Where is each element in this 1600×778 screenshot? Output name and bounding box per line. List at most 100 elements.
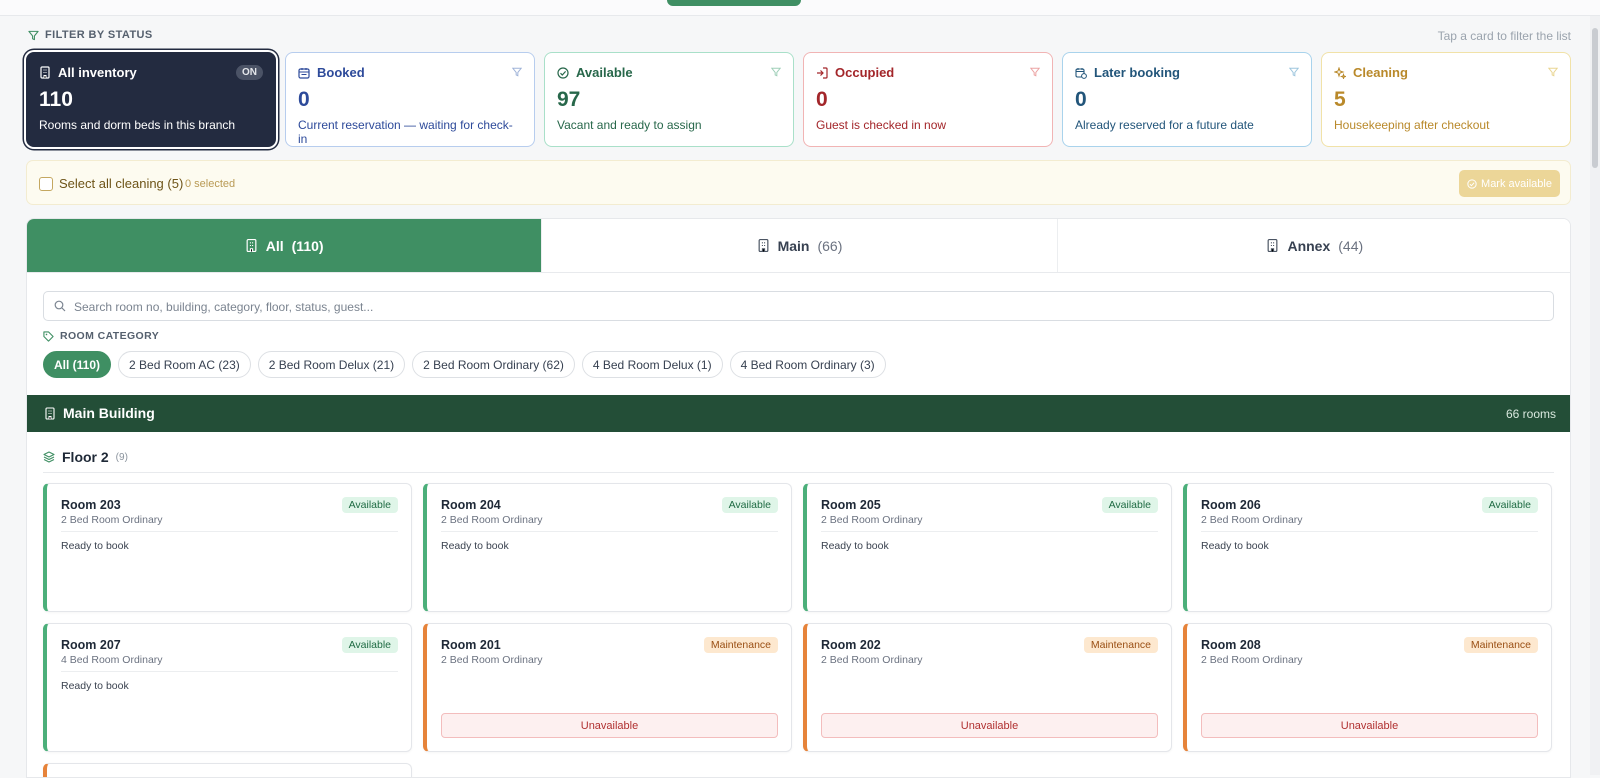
room-card-partial[interactable] <box>43 763 412 777</box>
room-card[interactable]: Room 208 2 Bed Room Ordinary Maintenance… <box>1183 623 1552 752</box>
status-badge: Maintenance <box>1463 637 1538 653</box>
status-card-cleaning[interactable]: Cleaning 5 Housekeeping after checkout <box>1321 52 1571 147</box>
status-badge: Available <box>1481 497 1538 513</box>
status-card-all-inventory[interactable]: All inventory ON 110 Rooms and dorm beds… <box>26 52 276 147</box>
divider <box>441 531 778 532</box>
divider <box>821 531 1158 532</box>
mark-available-button[interactable]: Mark available <box>1459 170 1560 197</box>
inventory-panel: All (110) Main (66) Annex (44) ROOM CATEGOR… <box>26 218 1571 778</box>
status-card-later-booking[interactable]: Later booking 0 Already reserved for a f… <box>1062 52 1312 147</box>
status-card-occupied[interactable]: Occupied 0 Guest is checked in now <box>803 52 1053 147</box>
room-card[interactable]: Room 203 2 Bed Room Ordinary Available R… <box>43 483 412 612</box>
funnel-icon <box>1289 67 1299 77</box>
card-value: 97 <box>557 88 581 111</box>
unavailable-button[interactable]: Unavailable <box>821 713 1158 738</box>
unavailable-button[interactable]: Unavailable <box>1201 713 1538 738</box>
card-value: 0 <box>816 88 828 111</box>
room-type: 2 Bed Room Ordinary <box>1201 514 1303 526</box>
tab-all[interactable]: All (110) <box>27 219 542 272</box>
room-grid: Room 203 2 Bed Room Ordinary Available R… <box>43 483 1554 777</box>
card-value: 110 <box>39 88 73 111</box>
category-chip[interactable]: All (110) <box>43 351 112 378</box>
room-card[interactable]: Room 204 2 Bed Room Ordinary Available R… <box>423 483 792 612</box>
card-description: Rooms and dorm beds in this branch <box>39 118 236 132</box>
room-title: Room 206 <box>1201 498 1261 512</box>
room-title: Room 204 <box>441 498 501 512</box>
floor-room-count: (9) <box>115 451 128 463</box>
room-card[interactable]: Room 202 2 Bed Room Ordinary Maintenance… <box>803 623 1172 752</box>
room-title: Room 207 <box>61 638 121 652</box>
room-type: 2 Bed Room Ordinary <box>61 514 163 526</box>
card-description: Housekeeping after checkout <box>1334 118 1490 132</box>
search-box <box>43 291 1554 321</box>
room-type: 2 Bed Room Ordinary <box>821 654 923 666</box>
check-circle-icon <box>557 66 569 79</box>
building-room-count: 66 rooms <box>1505 407 1556 421</box>
room-title: Room 208 <box>1201 638 1261 652</box>
category-chip[interactable]: 2 Bed Room Ordinary (62) <box>412 351 575 378</box>
building-icon <box>40 66 50 79</box>
room-card[interactable]: Room 206 2 Bed Room Ordinary Available R… <box>1183 483 1552 612</box>
card-description: Guest is checked in now <box>816 118 947 132</box>
status-badge: Available <box>1101 497 1158 513</box>
status-cards: All inventory ON 110 Rooms and dorm beds… <box>26 52 1571 147</box>
select-all-cleaning-checkbox[interactable] <box>39 177 53 191</box>
tag-icon <box>43 330 54 342</box>
check-circle-icon <box>1467 178 1477 189</box>
card-description: Vacant and ready to assign <box>557 118 702 132</box>
room-title: Room 203 <box>61 498 121 512</box>
mark-available-label: Mark available <box>1481 177 1552 190</box>
funnel-icon <box>771 67 781 77</box>
unavailable-button[interactable]: Unavailable <box>441 713 778 738</box>
sparkle-icon <box>1334 66 1346 79</box>
divider <box>1201 531 1538 532</box>
tab-count: (66) <box>817 237 843 254</box>
card-value: 0 <box>298 88 310 111</box>
floor-name-text: Floor 2 <box>62 449 109 465</box>
category-chip[interactable]: 2 Bed Room AC (23) <box>118 351 251 378</box>
building-icon <box>45 406 55 420</box>
status-badge: Available <box>721 497 778 513</box>
status-card-available[interactable]: Available 97 Vacant and ready to assign <box>544 52 794 147</box>
room-title: Room 205 <box>821 498 881 512</box>
room-type: 2 Bed Room Ordinary <box>441 514 543 526</box>
room-note: Ready to book <box>61 680 129 692</box>
scrollbar[interactable] <box>1590 16 1600 775</box>
search-input[interactable] <box>74 296 1534 317</box>
status-badge: Maintenance <box>703 637 778 653</box>
search-icon <box>54 300 66 312</box>
card-label: Occupied <box>835 65 895 80</box>
filter-header: FILTER BY STATUS Tap a card to filter th… <box>28 28 1571 44</box>
funnel-icon <box>28 30 39 40</box>
funnel-icon <box>512 67 522 77</box>
room-note: Ready to book <box>1201 540 1269 552</box>
building-icon <box>246 238 257 253</box>
card-label: Later booking <box>1094 65 1180 80</box>
tab-main[interactable]: Main (66) <box>541 219 1057 272</box>
floor-name: Floor 2 (9) <box>43 449 128 465</box>
scrollbar-thumb[interactable] <box>1592 28 1598 168</box>
top-tab-indicator[interactable] <box>667 0 801 6</box>
layers-icon <box>43 451 55 463</box>
category-chip[interactable]: 2 Bed Room Delux (21) <box>257 351 406 378</box>
card-value: 0 <box>1075 88 1087 111</box>
select-all-cleaning-label[interactable]: Select all cleaning (5) <box>59 176 183 191</box>
tab-annex[interactable]: Annex (44) <box>1056 219 1570 272</box>
room-type: 2 Bed Room Ordinary <box>441 654 543 666</box>
on-badge: ON <box>236 65 263 80</box>
status-card-booked[interactable]: Booked 0 Current reservation — waiting f… <box>285 52 535 147</box>
category-chip[interactable]: 4 Bed Room Delux (1) <box>581 351 723 378</box>
room-note: Ready to book <box>441 540 509 552</box>
room-card[interactable]: Room 207 4 Bed Room Ordinary Available R… <box>43 623 412 752</box>
tab-count: (44) <box>1338 237 1364 254</box>
room-card[interactable]: Room 201 2 Bed Room Ordinary Maintenance… <box>423 623 792 752</box>
building-name: Main Building <box>44 405 155 421</box>
building-name-text: Main Building <box>63 405 155 421</box>
category-chip[interactable]: 4 Bed Room Ordinary (3) <box>729 351 886 378</box>
room-category-heading: ROOM CATEGORY <box>43 330 159 342</box>
card-label: Available <box>576 65 633 80</box>
status-badge: Maintenance <box>1083 637 1158 653</box>
room-type: 2 Bed Room Ordinary <box>821 514 923 526</box>
login-icon <box>817 66 828 79</box>
room-card[interactable]: Room 205 2 Bed Room Ordinary Available R… <box>803 483 1172 612</box>
